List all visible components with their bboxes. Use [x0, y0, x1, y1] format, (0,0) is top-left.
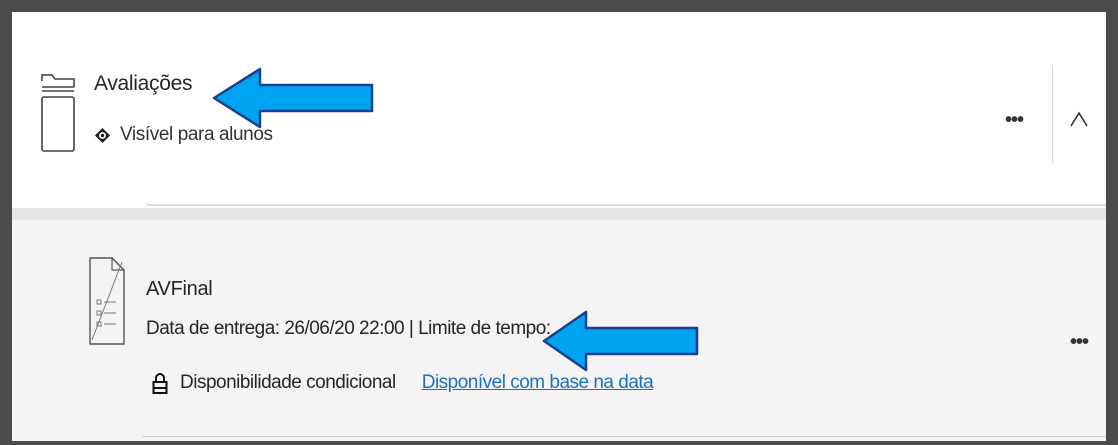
item-divider: [142, 436, 1106, 437]
folder-more-options-button[interactable]: •••: [1005, 110, 1024, 130]
folder-header: Avaliações Visível para alunos •••: [12, 12, 1106, 208]
conditional-availability: Disponibilidade condicional Disponível c…: [152, 372, 654, 394]
lock-icon: [152, 373, 168, 394]
folder-icon: [41, 74, 75, 152]
divider: [1052, 67, 1053, 164]
section-divider: [147, 204, 1106, 206]
screenshot-frame: Avaliações Visível para alunos ••• AVFin…: [0, 0, 1118, 445]
test-document-icon: [89, 257, 125, 345]
annotation-arrow-icon: [212, 67, 374, 129]
item-title[interactable]: AVFinal: [146, 278, 213, 301]
item-more-options-button[interactable]: •••: [1070, 332, 1089, 352]
folder-title[interactable]: Avaliações: [94, 72, 192, 96]
annotation-arrow-icon: [542, 310, 699, 372]
eye-icon: [94, 127, 111, 143]
item-meta: Data de entrega: 26/06/20 22:00 | Limite…: [146, 318, 551, 339]
chevron-up-icon[interactable]: [1068, 108, 1090, 130]
content-item: AVFinal Data de entrega: 26/06/20 22:00 …: [12, 208, 1106, 441]
date-availability-link[interactable]: Disponível com base na data: [422, 372, 654, 394]
conditional-label: Disponibilidade condicional: [180, 372, 396, 393]
